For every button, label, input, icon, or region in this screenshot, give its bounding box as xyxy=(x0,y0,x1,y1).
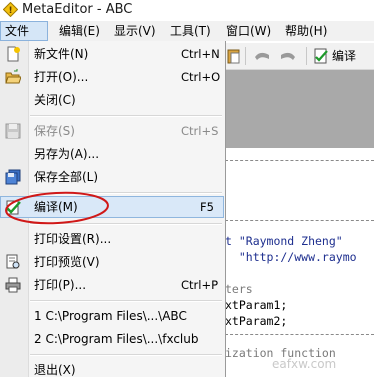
title-bar: ! MetaEditor - ABC xyxy=(0,0,374,20)
file-menu-dropdown: 新文件(N) Ctrl+N 打开(O)... Ctrl+O 关闭(C) 保存(S… xyxy=(0,41,226,377)
menu-help[interactable]: 帮助(H) xyxy=(281,21,331,41)
print-preview-icon xyxy=(6,254,20,269)
menu-item-exit-label: 退出(X) xyxy=(34,363,76,377)
menu-separator xyxy=(30,223,222,225)
paste-icon[interactable] xyxy=(227,47,241,65)
menu-tools[interactable]: 工具(T) xyxy=(166,21,215,41)
menu-item-open[interactable]: 打开(O)... Ctrl+O xyxy=(0,66,224,88)
new-file-icon xyxy=(7,46,20,62)
toolbar: 编译 xyxy=(225,43,374,70)
menu-item-compile[interactable]: 编译(M) F5 xyxy=(0,196,224,218)
svg-text:!: ! xyxy=(8,6,12,16)
menu-item-print-preview-label: 打印预览(V) xyxy=(34,255,100,269)
menu-item-save-all[interactable]: 保存全部(L) xyxy=(0,166,224,188)
compile-check-icon xyxy=(6,200,21,215)
menu-item-compile-label: 编译(M) xyxy=(34,200,78,214)
compile-button[interactable]: 编译 xyxy=(313,47,369,65)
compile-check-icon xyxy=(314,48,328,64)
menu-item-print-setup-label: 打印设置(R)... xyxy=(34,232,112,246)
menu-item-exit[interactable]: 退出(X) xyxy=(0,359,224,381)
toolbar-separator xyxy=(306,47,307,65)
watermark: eafxw.com xyxy=(272,357,337,371)
menu-item-new-shortcut: Ctrl+N xyxy=(181,47,220,61)
printer-icon xyxy=(5,277,21,293)
menu-item-recent-1[interactable]: 1 C:\Program Files\...\ABC xyxy=(0,305,224,327)
menu-window[interactable]: 窗口(W) xyxy=(222,21,275,41)
menu-file[interactable]: 文件(F) xyxy=(0,21,48,56)
code-line-link: "http://www.raymo xyxy=(225,250,357,264)
menu-item-recent-2-label: 2 C:\Program Files\...\fxclub xyxy=(34,332,199,346)
save-disk-icon xyxy=(5,123,21,139)
menu-item-print-preview[interactable]: 打印预览(V) xyxy=(0,251,224,273)
menu-item-open-label: 打开(O)... xyxy=(34,70,89,84)
menu-item-print-label: 打印(P)... xyxy=(34,278,87,292)
menu-item-new-label: 新文件(N) xyxy=(34,47,89,61)
menu-edit[interactable]: 编辑(E) xyxy=(55,21,104,41)
toolbar-separator xyxy=(245,47,246,65)
menu-item-close[interactable]: 关闭(C) xyxy=(0,89,224,111)
menu-bar: 文件(F) 编辑(E) 显示(V) 工具(T) 窗口(W) 帮助(H) xyxy=(0,21,374,56)
menu-item-recent-2[interactable]: 2 C:\Program Files\...\fxclub xyxy=(0,328,224,350)
window-title: MetaEditor - ABC xyxy=(22,2,133,17)
menu-item-recent-1-label: 1 C:\Program Files\...\ABC xyxy=(34,309,187,323)
menu-item-save-all-label: 保存全部(L) xyxy=(34,170,99,184)
dashed-comment-line xyxy=(225,160,374,161)
dashed-comment-line xyxy=(225,334,374,335)
menu-item-compile-shortcut: F5 xyxy=(200,200,214,214)
code-line-param2: xtParam2; xyxy=(225,314,288,328)
code-line-author: t "Raymond Zheng" xyxy=(225,234,343,248)
menu-separator xyxy=(30,115,222,117)
save-all-icon xyxy=(5,169,21,185)
menu-item-new[interactable]: 新文件(N) Ctrl+N xyxy=(0,43,224,65)
menu-separator xyxy=(30,354,222,356)
app-diamond-icon: ! xyxy=(3,2,18,17)
redo-icon[interactable] xyxy=(278,47,298,65)
menu-view[interactable]: 显示(V) xyxy=(110,21,160,41)
code-line-param1: xtParam1; xyxy=(225,298,288,312)
code-editor[interactable]: t "Raymond Zheng" "http://www.raymo ters… xyxy=(225,148,374,377)
menu-item-print-shortcut: Ctrl+P xyxy=(181,278,219,292)
menu-separator xyxy=(30,192,222,194)
menu-item-save-shortcut: Ctrl+S xyxy=(181,124,219,138)
open-folder-icon xyxy=(5,69,21,84)
workspace-background xyxy=(225,70,374,148)
menu-item-save-as[interactable]: 另存为(A)... xyxy=(0,143,224,165)
code-line-parameters: ters xyxy=(225,282,253,296)
menu-item-save-label: 保存(S) xyxy=(34,124,75,138)
menu-item-open-shortcut: Ctrl+O xyxy=(181,70,221,84)
menu-separator xyxy=(30,300,222,302)
menu-item-print[interactable]: 打印(P)... Ctrl+P xyxy=(0,274,224,296)
dashed-comment-line xyxy=(225,220,374,221)
menu-item-close-label: 关闭(C) xyxy=(34,93,76,107)
compile-button-label: 编译 xyxy=(332,49,357,63)
menu-item-save-as-label: 另存为(A)... xyxy=(34,147,100,161)
menu-item-print-setup[interactable]: 打印设置(R)... xyxy=(0,228,224,250)
undo-icon[interactable] xyxy=(252,47,272,65)
menu-item-save[interactable]: 保存(S) Ctrl+S xyxy=(0,120,224,142)
